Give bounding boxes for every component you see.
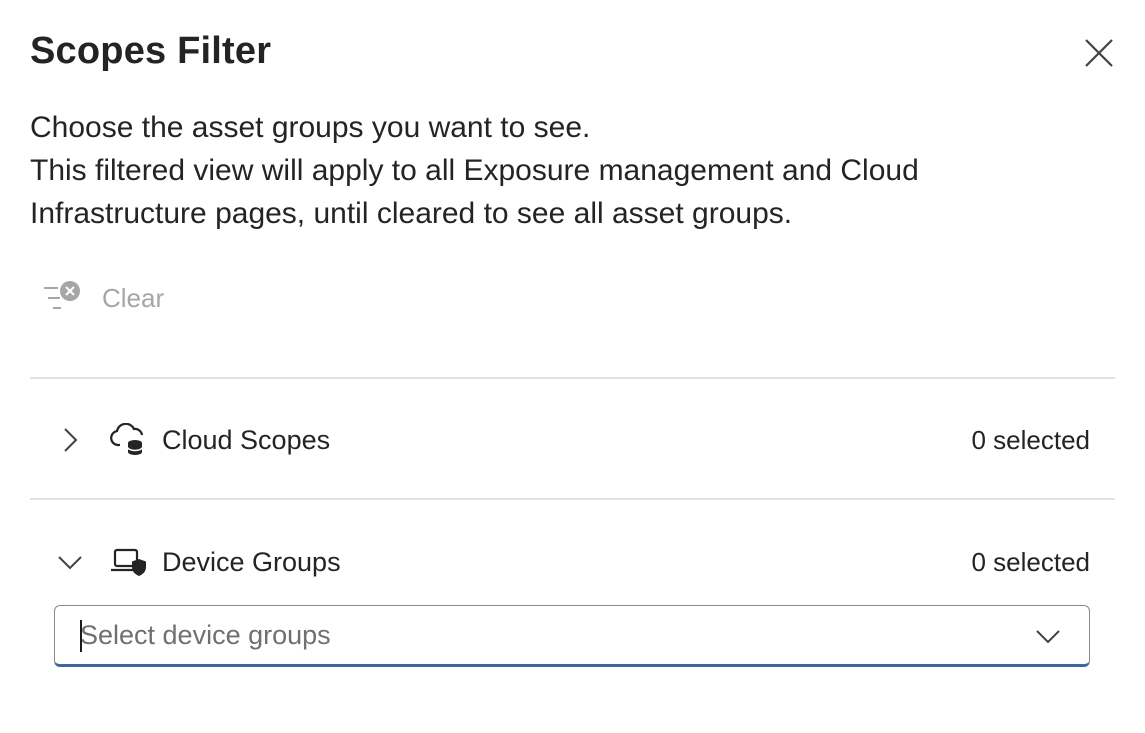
close-icon	[1085, 39, 1113, 67]
divider	[30, 498, 1115, 500]
clear-label: Clear	[102, 282, 165, 313]
section-label-device-groups: Device Groups	[162, 546, 341, 577]
panel-description: Choose the asset groups you want to see.…	[30, 106, 1090, 235]
scopes-filter-panel: Scopes Filter Choose the asset groups yo…	[0, 0, 1145, 733]
close-button[interactable]	[1078, 32, 1120, 74]
laptop-shield-icon	[110, 547, 162, 577]
filter-dismiss-icon	[40, 278, 88, 318]
clear-button[interactable]: Clear	[40, 278, 164, 318]
description-line-2: This filtered view will apply to all Exp…	[30, 154, 919, 230]
section-cloud-scopes[interactable]: Cloud Scopes 0 selected	[30, 408, 1115, 472]
text-caret	[80, 620, 82, 652]
selected-count-cloud-scopes: 0 selected	[971, 424, 1090, 455]
panel-title: Scopes Filter	[30, 30, 272, 72]
description-line-1: Choose the asset groups you want to see.	[30, 111, 591, 144]
device-groups-combobox[interactable]	[54, 605, 1090, 667]
section-label-cloud-scopes: Cloud Scopes	[162, 424, 331, 455]
cloud-database-icon	[110, 423, 162, 457]
chevron-down-icon[interactable]	[30, 552, 110, 572]
divider	[30, 377, 1115, 379]
chevron-down-icon	[1036, 630, 1060, 644]
device-groups-input[interactable]	[80, 619, 980, 651]
chevron-right-icon[interactable]	[30, 426, 110, 454]
section-device-groups[interactable]: Device Groups 0 selected	[30, 530, 1115, 594]
selected-count-device-groups: 0 selected	[971, 546, 1090, 577]
dropdown-button[interactable]	[1033, 624, 1063, 648]
